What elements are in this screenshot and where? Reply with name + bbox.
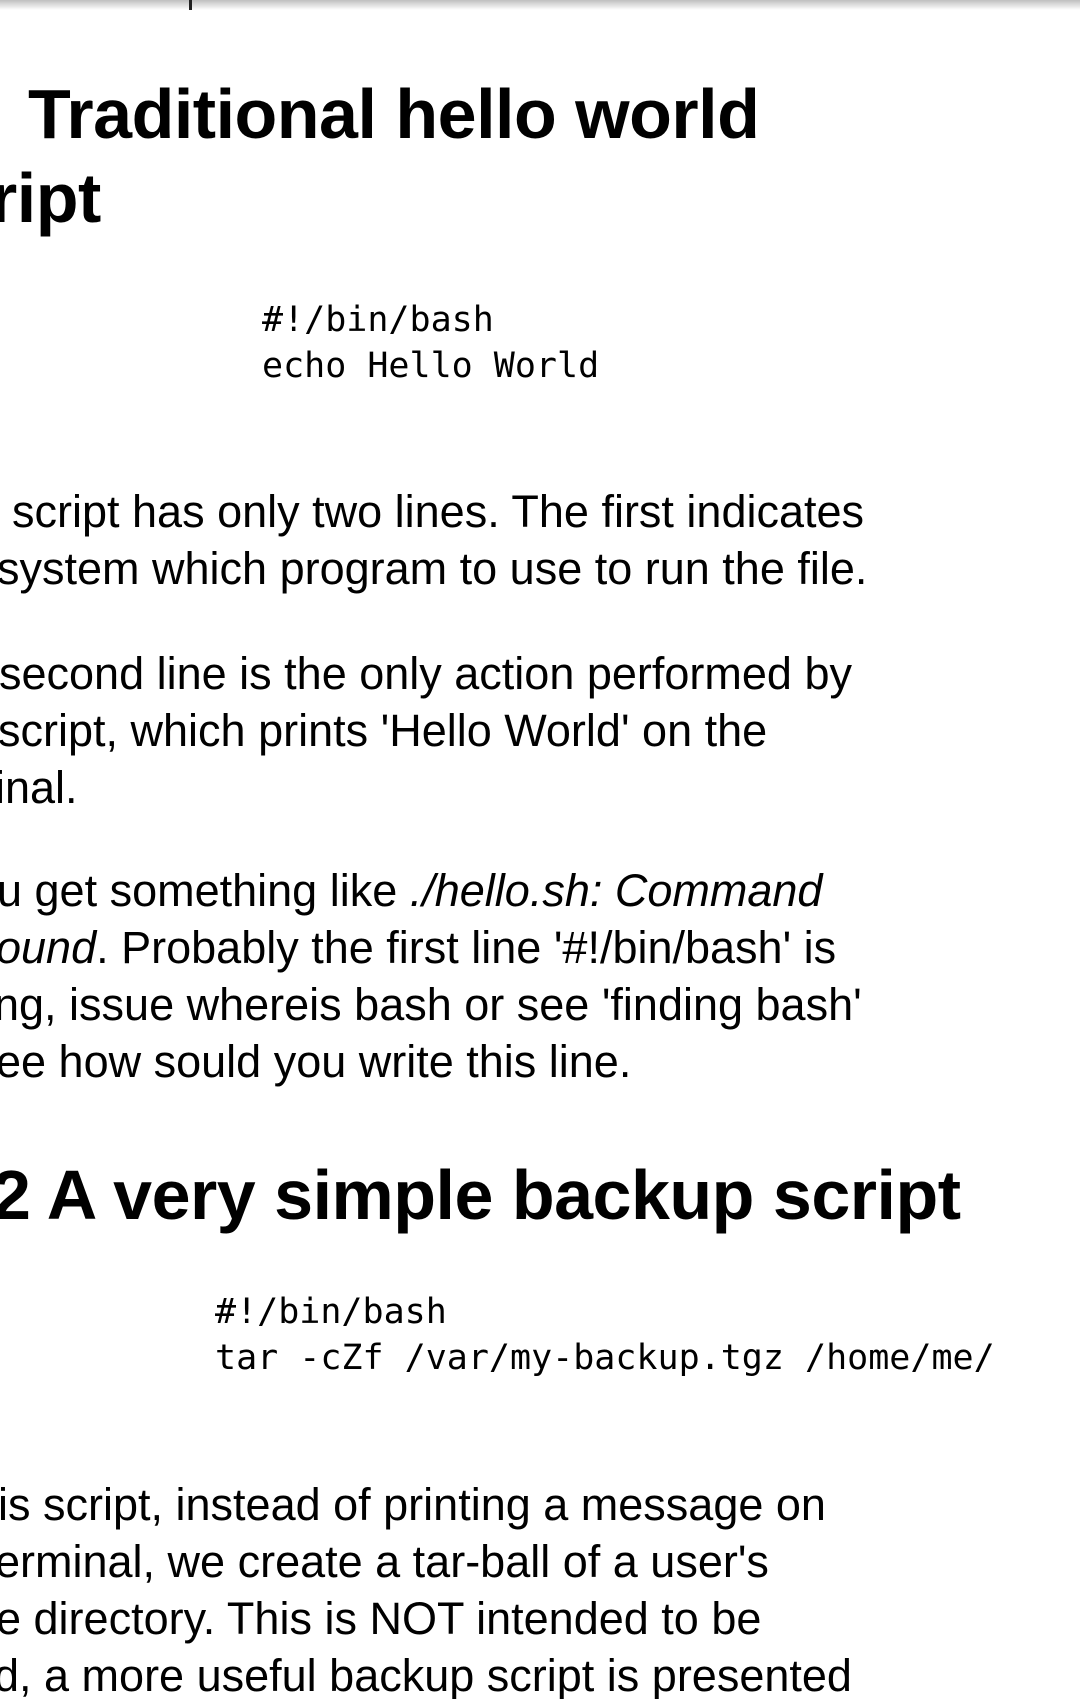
paragraph-line: d, a more useful backup script is presen… [0, 1650, 852, 1699]
paragraph-line: script, which prints 'Hello World' on th… [0, 705, 768, 756]
code-line: echo Hello World [262, 346, 600, 386]
paragraph-script-lines: script has only two lines. The first ind… [0, 483, 867, 597]
error-message-text: ./hello.sh: Command [409, 865, 823, 916]
paragraph-line: script has only two lines. The first ind… [12, 486, 865, 537]
code-block-backup: #!/bin/bash tar -cZf /var/my-backup.tgz … [215, 1289, 995, 1381]
code-line: #!/bin/bash [215, 1292, 447, 1332]
paragraph-line: second line is the only action performed… [0, 648, 852, 699]
code-block-hello-world: #!/bin/bash echo Hello World [262, 297, 599, 389]
paragraph-line: u get something like ./hello.sh: Command [0, 862, 862, 919]
paragraph-line: erminal, we create a tar-ball of a user'… [0, 1536, 769, 1587]
paragraph-backup-description: is script, instead of printing a message… [0, 1476, 852, 1699]
error-message-text: ound [0, 922, 97, 973]
paragraph-line: inal. [0, 762, 78, 813]
paragraph-text: u get something like [0, 865, 410, 916]
code-line: tar -cZf /var/my-backup.tgz /home/me/ [215, 1338, 995, 1378]
paragraph-text: . Probably the first line '#!/bin/bash' … [96, 922, 837, 973]
paragraph-second-line: second line is the only action performed… [0, 645, 852, 816]
paragraph-line: ee how sould you write this line. [0, 1036, 632, 1087]
section-heading-backup-script: 2 A very simple backup script [0, 1156, 961, 1234]
paragraph-line: is script, instead of printing a message… [0, 1479, 826, 1530]
paragraph-line: e directory. This is NOT intended to be [0, 1593, 762, 1644]
paragraph-line: ng, issue whereis bash or see 'finding b… [0, 979, 862, 1030]
paragraph-line: ound. Probably the first line '#!/bin/ba… [0, 919, 862, 976]
section-heading-hello-world: Traditional hello world [28, 75, 760, 153]
document-body: Traditional hello world ript #!/bin/bash… [0, 0, 1080, 1699]
section-heading-hello-world-cont: ript [0, 159, 101, 237]
code-line: #!/bin/bash [262, 300, 494, 340]
paragraph-command-not-found: u get something like ./hello.sh: Command… [0, 862, 862, 1090]
paragraph-line: system which program to use to run the f… [0, 543, 868, 594]
